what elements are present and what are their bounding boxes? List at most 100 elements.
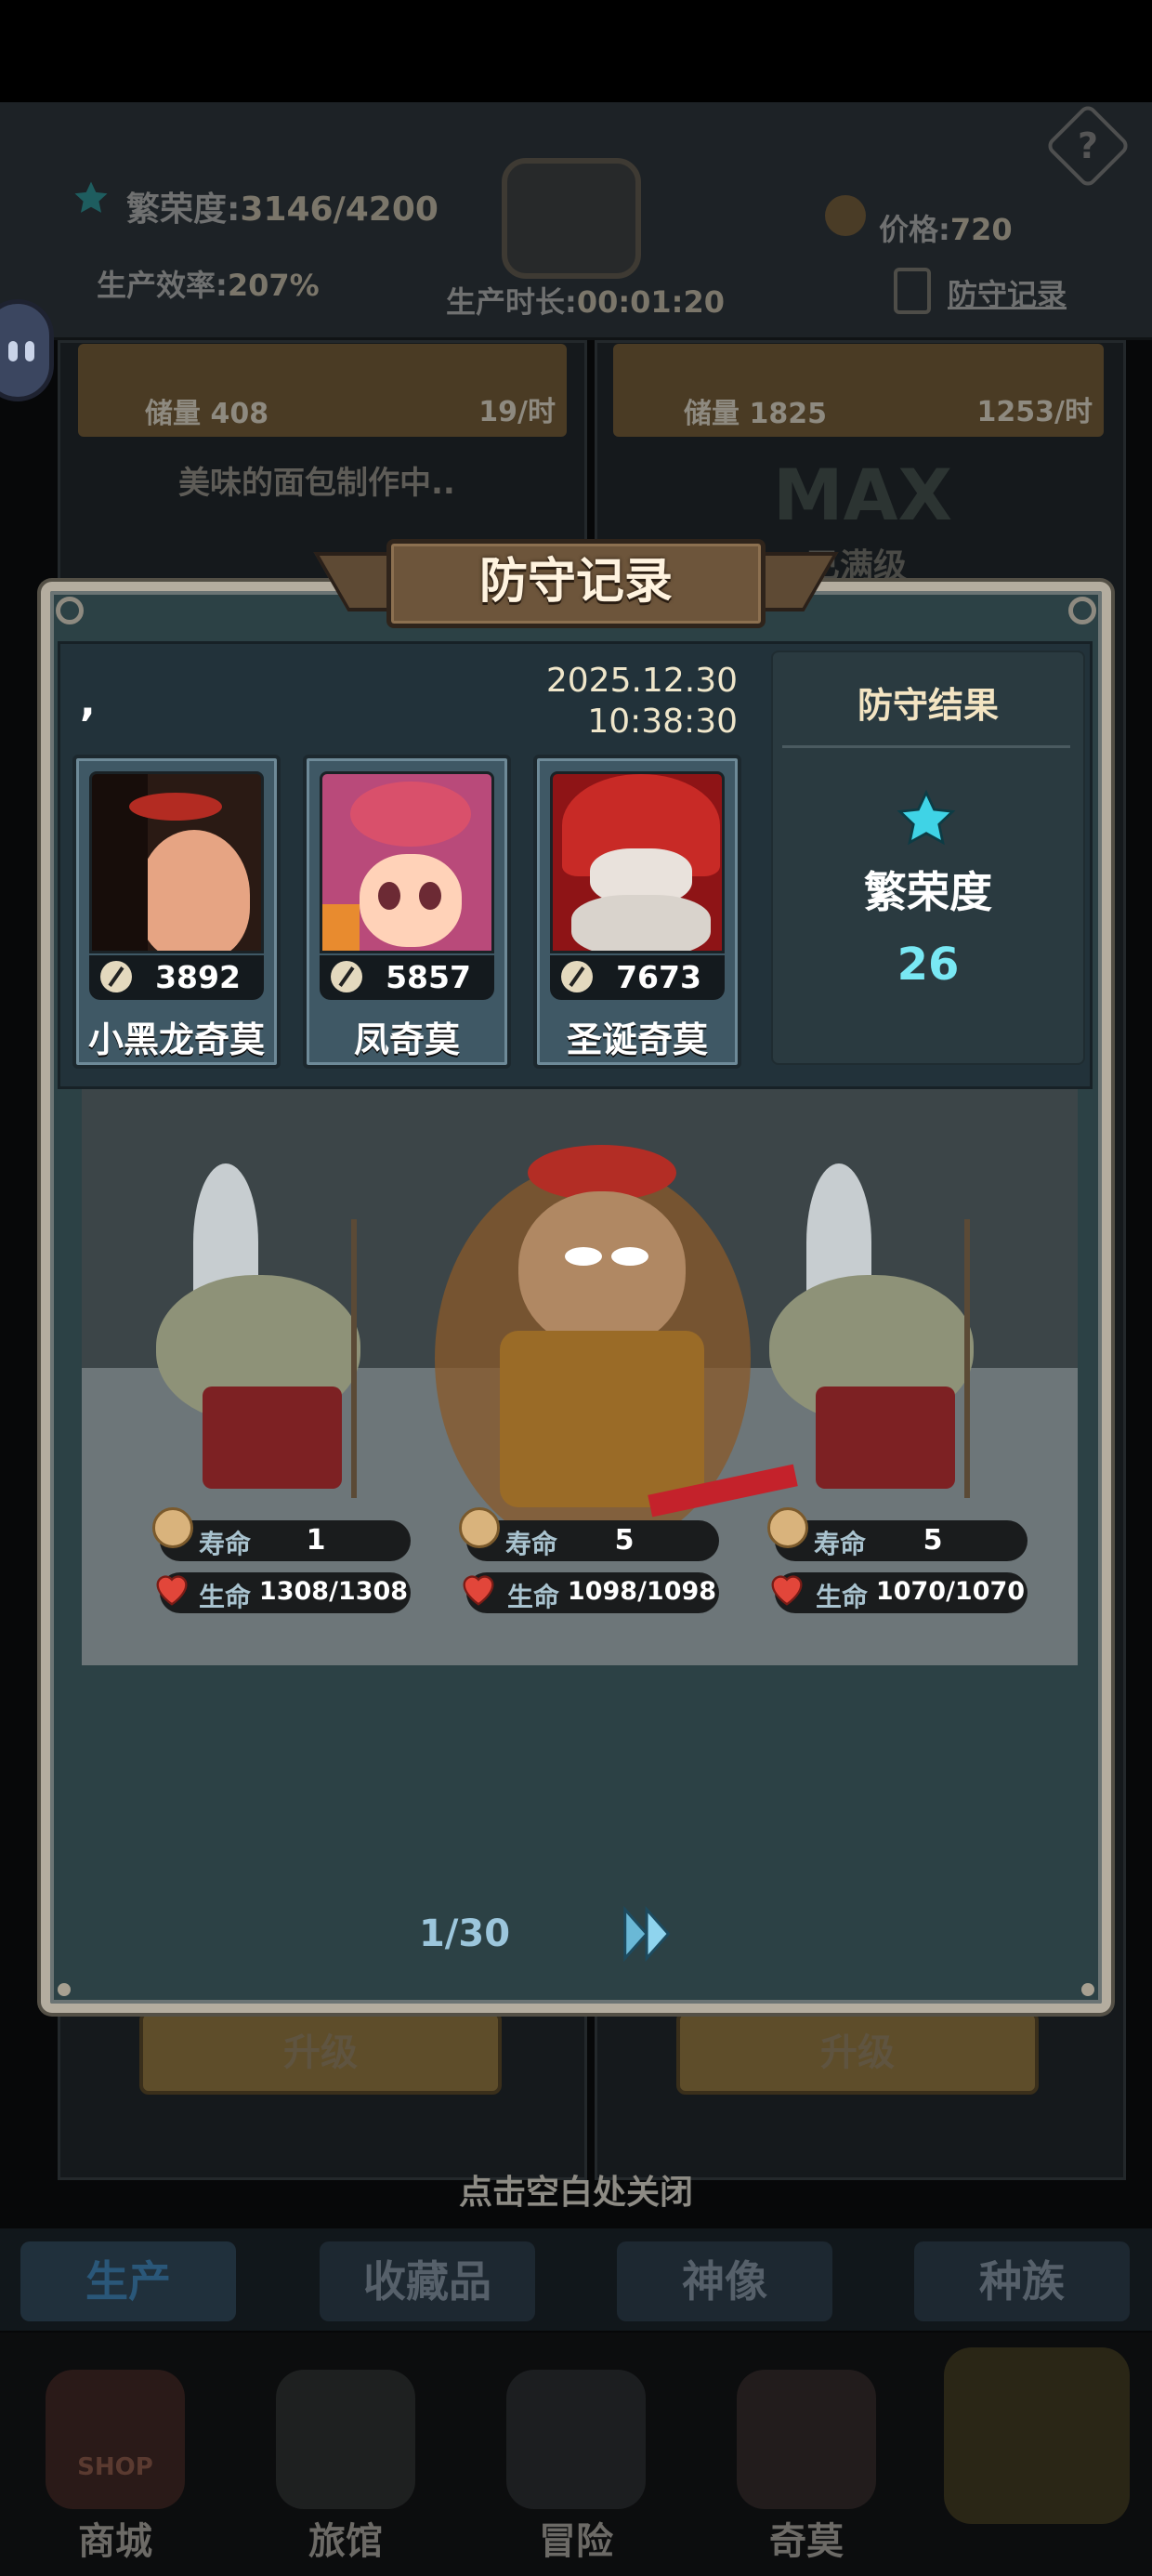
hero-card[interactable]: 3892 小黑龙奇莫 [72, 755, 281, 1069]
nav-shop-label: 商城 [78, 2520, 152, 2563]
result-value: 26 [897, 939, 960, 991]
result-label: 繁荣度 [864, 867, 992, 917]
hero-power: 3892 [155, 959, 241, 995]
corner-ornament [1068, 597, 1096, 624]
phoenix-hood-portrait [320, 771, 494, 953]
helmet-icon [767, 1507, 808, 1548]
bald-head-portrait [89, 771, 264, 953]
defense-record-link[interactable]: 防守记录 [948, 271, 1067, 314]
lifespan-value: 5 [614, 1524, 635, 1557]
shop-header: 繁荣度:3146/4200 生产效率:207% 生产时长:00:01:20 价格… [0, 102, 1152, 340]
monster-icon [737, 2370, 876, 2509]
rivet [1081, 1983, 1094, 1996]
nav-inn-label: 旅馆 [308, 2520, 383, 2563]
building-emblem-icon [502, 158, 641, 279]
attacker-name: , [80, 678, 96, 726]
rate-right: 1253/时 [976, 396, 1093, 428]
double-chevron-right-icon[interactable] [617, 1901, 682, 1966]
tab-production[interactable]: 生产 [20, 2241, 236, 2321]
result-title: 防守结果 [857, 685, 999, 726]
home-island-icon [944, 2347, 1130, 2524]
hero-name: 小黑龙奇莫 [87, 1019, 265, 1060]
hero-power-bar: 5857 [320, 955, 494, 1000]
sword-icon [561, 961, 593, 992]
clipboard-icon [894, 268, 931, 314]
nav-monster[interactable]: 奇莫 [695, 2333, 918, 2576]
duration-label: 生产时长:00:01:20 [446, 284, 725, 320]
hero-name: 圣诞奇莫 [566, 1019, 708, 1060]
lifespan-value: 1 [306, 1524, 326, 1557]
record-time: 10:38:30 [587, 703, 738, 741]
close-hint[interactable]: 点击空白处关闭 [0, 2165, 1152, 2214]
nav-inn[interactable]: 旅馆 [234, 2333, 457, 2576]
nav-adventure-label: 冒险 [539, 2520, 613, 2563]
chat-bubble-button[interactable] [0, 299, 54, 401]
star-icon [74, 181, 108, 213]
hp-label: 生命 [816, 1582, 869, 1612]
lifespan-value: 5 [923, 1524, 943, 1557]
status-text-left: 美味的面包制作中.. [178, 465, 455, 502]
hp-label: 生命 [199, 1582, 252, 1612]
hero-card[interactable]: 5857 凤奇莫 [303, 755, 511, 1069]
hp-value: 1070/1070 [875, 1577, 1026, 1606]
hero-card[interactable]: 7673 圣诞奇莫 [533, 755, 741, 1069]
monkey-king-sprite [463, 1108, 798, 1518]
hp-label: 生命 [507, 1582, 560, 1612]
hero-power: 5857 [386, 959, 471, 995]
merchant-avatar [825, 195, 866, 236]
inn-icon [276, 2370, 415, 2509]
pig-warrior-sprite [137, 1163, 379, 1517]
corner-ornament [56, 597, 84, 624]
upgrade-button-right[interactable]: 升级 [676, 2011, 1039, 2095]
stock-strip-right: 储量 1825 1253/时 [613, 344, 1104, 437]
hero-power: 7673 [616, 959, 701, 995]
tab-collectibles[interactable]: 收藏品 [320, 2241, 535, 2321]
question-mark-icon: ? [1077, 125, 1099, 166]
rivet [58, 1983, 71, 1996]
hp-value: 1098/1098 [567, 1577, 717, 1606]
heart-icon [771, 1575, 803, 1606]
tab-statue[interactable]: 神像 [617, 2241, 832, 2321]
max-badge: MAX [773, 453, 953, 536]
sword-icon [331, 961, 362, 992]
category-tabs: 生产 收藏品 神像 种族 [0, 2228, 1152, 2331]
hero-power-bar: 3892 [89, 955, 264, 1000]
hp-value: 1308/1308 [258, 1577, 409, 1606]
prosperity-label: 繁荣度:3146/4200 [126, 191, 439, 229]
rate-left: 19/时 [478, 396, 556, 428]
efficiency-label: 生产效率:207% [97, 268, 320, 303]
hero-power-bar: 7673 [550, 955, 725, 1000]
crossed-swords-icon [506, 2370, 646, 2509]
helmet-icon [459, 1507, 500, 1548]
santa-hood-portrait [550, 771, 725, 953]
record-date: 2025.12.30 [545, 662, 738, 700]
heart-icon [156, 1575, 188, 1606]
shop-badge: SHOP [77, 2453, 153, 2481]
tab-race[interactable]: 种族 [914, 2241, 1130, 2321]
heart-icon [463, 1575, 494, 1606]
stock-strip-left: 储量 408 19/时 [78, 344, 567, 437]
lifespan-label: 寿命 [199, 1529, 252, 1559]
divider [782, 745, 1070, 748]
dialog-title-plaque: 防守记录 [313, 539, 839, 628]
sword-icon [100, 961, 132, 992]
shop-icon: SHOP [46, 2370, 185, 2509]
nav-home[interactable] [925, 2333, 1148, 2576]
lifespan-label: 寿命 [505, 1529, 558, 1559]
dialog-title: 防守记录 [478, 554, 673, 610]
page-indicator: 1/30 [418, 1912, 511, 1955]
stock-label-left: 储量 408 [145, 398, 269, 430]
star-icon [897, 789, 956, 846]
upgrade-button-left[interactable]: 升级 [139, 2011, 502, 2095]
nav-monster-label: 奇莫 [769, 2520, 844, 2563]
helmet-icon [152, 1507, 193, 1548]
pig-warrior-sprite [751, 1163, 992, 1517]
bottom-nav: SHOP 商城 旅馆 冒险 奇莫 [0, 2333, 1152, 2576]
lifespan-label: 寿命 [814, 1529, 867, 1559]
hero-name: 凤奇莫 [353, 1019, 460, 1060]
nav-shop[interactable]: SHOP 商城 [4, 2333, 227, 2576]
nav-adventure[interactable]: 冒险 [465, 2333, 687, 2576]
status-bar [0, 0, 1152, 102]
price-label: 价格:720 [879, 212, 1013, 247]
stock-label-right: 储量 1825 [684, 398, 827, 430]
